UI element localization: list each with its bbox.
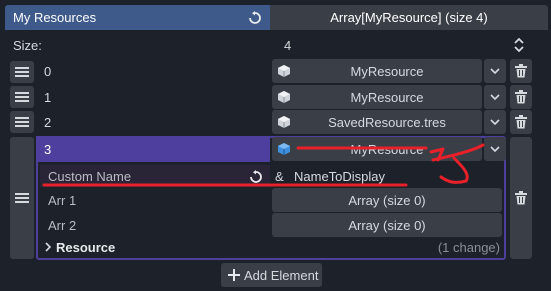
revert-icon[interactable] (247, 168, 265, 186)
size-label: Size: (13, 38, 42, 53)
delete-0[interactable] (510, 59, 532, 83)
spinbox-arrows-icon[interactable] (512, 37, 526, 53)
item-index-3: 3 (44, 142, 52, 157)
resource-name-2: SavedResource.tres (328, 115, 446, 130)
item-index-0: 0 (44, 64, 52, 79)
resource-name-0: MyResource (350, 64, 424, 79)
dropdown-2[interactable] (484, 110, 506, 134)
item-index-1: 1 (44, 90, 52, 105)
arr1-label: Arr 1 (48, 193, 77, 208)
custom-name-label: Custom Name (48, 169, 132, 184)
drag-handle-1[interactable] (10, 86, 34, 108)
resource-name-1: MyResource (350, 90, 424, 105)
custom-name-value: NameToDisplay (294, 169, 386, 184)
resource-group-label: Resource (56, 240, 116, 255)
chevron-right-icon (44, 242, 52, 252)
array-type-label: Array[MyResource] (size 4) (330, 10, 488, 25)
drag-handle-3[interactable] (10, 137, 34, 259)
dropdown-1[interactable] (484, 85, 506, 109)
item-index-2: 2 (44, 115, 52, 130)
arr1-value: Array (size 0) (348, 193, 426, 208)
dropdown-0[interactable] (484, 59, 506, 83)
size-spinbox[interactable] (272, 33, 530, 57)
resource-cube-icon (276, 89, 292, 105)
string-name-prefix: & (275, 169, 284, 184)
resource-changes: (1 change) (437, 240, 500, 255)
drag-handle-2[interactable] (10, 111, 34, 133)
size-value: 4 (284, 38, 292, 53)
arr2-label: Arr 2 (48, 218, 77, 233)
resource-cube-icon (276, 114, 292, 130)
resource-cube-icon (276, 63, 292, 79)
delete-3[interactable] (510, 137, 532, 259)
revert-icon[interactable] (246, 9, 264, 27)
resource-name-3: MyResource (350, 142, 424, 157)
property-title: My Resources (13, 10, 97, 25)
dropdown-3[interactable] (484, 137, 506, 161)
arr2-value: Array (size 0) (348, 218, 426, 233)
item-3-header[interactable] (36, 136, 270, 162)
add-element-label: Add Element (244, 268, 319, 283)
drag-handle-0[interactable] (10, 61, 34, 83)
delete-1[interactable] (510, 85, 532, 109)
plus-icon (227, 268, 241, 282)
delete-2[interactable] (510, 110, 532, 134)
resource-cube-icon (276, 141, 292, 157)
